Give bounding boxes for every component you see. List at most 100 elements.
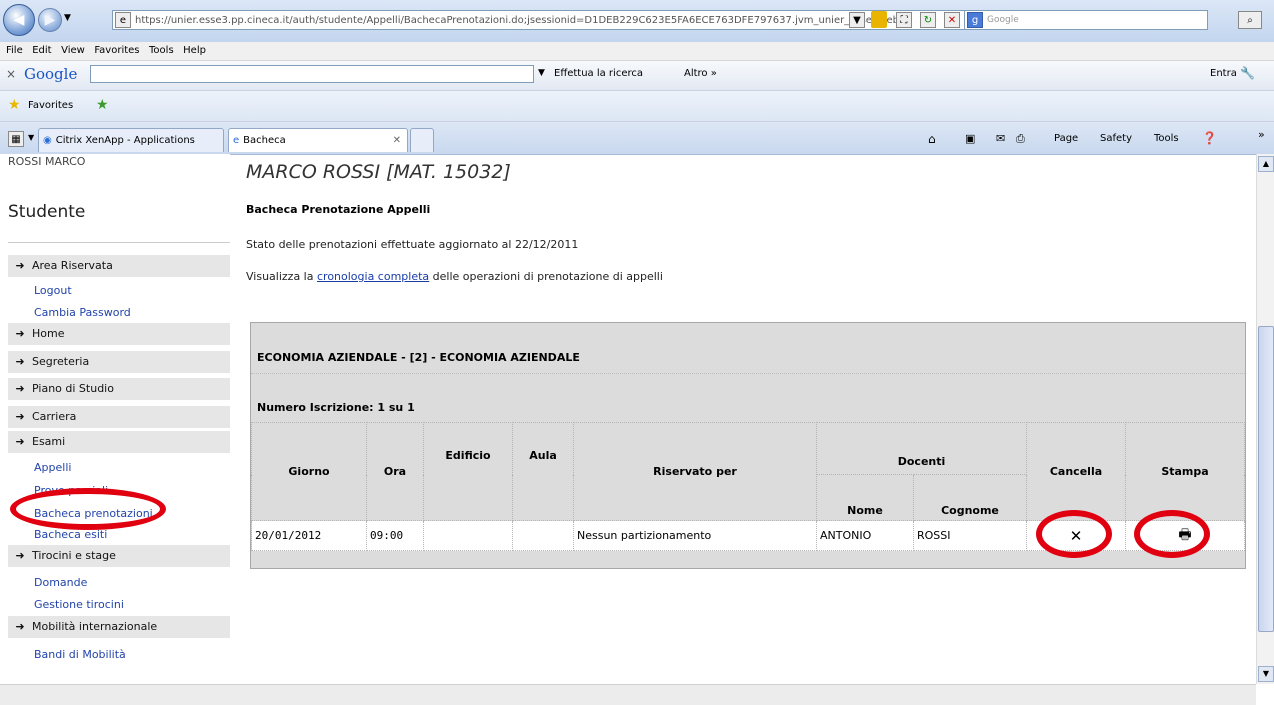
tab-list-icon[interactable]: ▼ [28,133,34,142]
tab-bacheca[interactable]: e Bacheca ✕ [228,128,408,152]
help-icon[interactable]: ❓ [1202,131,1217,145]
sidebar-item-label: Esami [32,435,66,448]
google-icon: g [967,12,983,28]
new-tab-button[interactable] [410,128,434,152]
page-menu[interactable]: Page [1054,133,1078,144]
page-subtitle: Bacheca Prenotazione Appelli [246,203,431,216]
google-more-button[interactable]: Altro » [684,68,717,79]
favorites-bar: ★ Favorites ★ [0,91,1274,122]
sidebar-item-mobilita[interactable]: ➜ Mobilità internazionale [8,616,230,638]
menu-view[interactable]: View [61,42,85,60]
google-logo: Google [24,65,78,83]
table-header-row: Giorno Ora Edificio Aula Riservato per D… [251,422,1245,521]
highlight-ellipse [1036,510,1112,558]
sidebar-item-home[interactable]: ➜ Home [8,323,230,345]
mail-icon[interactable]: ✉ [996,132,1005,145]
google-search-button[interactable]: Effettua la ricerca [554,68,643,79]
cell-edificio [423,520,513,551]
col-docenti: Docenti [816,422,1027,475]
sidebar-item-label: Tirocini e stage [32,549,116,562]
sidebar-heading: Studente [8,202,86,222]
sidebar-item-tirocini[interactable]: ➜ Tirocini e stage [8,545,230,567]
tools-menu[interactable]: Tools [1154,133,1179,144]
stop-icon[interactable]: ✕ [944,12,960,28]
status-text: Stato delle prenotazioni effettuate aggi… [246,238,579,251]
menu-favorites[interactable]: Favorites [94,42,139,60]
wrench-icon[interactable]: 🔧 [1240,66,1255,80]
lock-icon[interactable] [871,11,887,28]
history-suffix: delle operazioni di prenotazione di appe… [429,270,663,283]
col-ora: Ora [366,422,424,521]
google-signin-button[interactable]: Entra [1210,68,1237,79]
menu-help[interactable]: Help [183,42,206,60]
scroll-thumb[interactable] [1258,326,1274,632]
arrow-right-icon: ➜ [15,382,25,395]
link-bacheca-esiti[interactable]: Bacheca esiti [34,528,107,541]
history-dropdown-icon[interactable]: ▼ [64,13,71,23]
sidebar-item-area-riservata[interactable]: ➜ Area Riservata [8,255,230,277]
scroll-down-icon[interactable]: ▼ [1258,666,1274,682]
highlight-ellipse [10,488,166,530]
arrow-right-icon: ➜ [15,259,25,272]
print-toolbar-icon[interactable]: ⎙ [1016,132,1025,146]
sidebar-item-label: Segreteria [32,355,90,368]
scrollbar[interactable]: ▲ ▼ [1256,154,1274,684]
sidebar-item-label: Piano di Studio [32,382,114,395]
quick-tabs-icon[interactable]: ▦ [8,131,24,147]
google-search-dropdown-icon[interactable]: ▼ [538,68,545,78]
cell-riservato: Nessun partizionamento [573,520,817,551]
sidebar-item-segreteria[interactable]: ➜ Segreteria [8,351,230,373]
home-icon[interactable]: ⌂ [928,132,936,146]
compatibility-icon[interactable]: ⛶ [896,12,912,28]
back-button[interactable]: ◀ [3,4,35,36]
cell-cognome: ROSSI [913,520,1027,551]
ie-icon: e [233,135,240,146]
sidebar-item-label: Area Riservata [32,259,113,272]
sidebar-item-label: Mobilità internazionale [32,620,158,633]
tab-label: Citrix XenApp - Applications [55,135,195,146]
sidebar-item-esami[interactable]: ➜ Esami [8,431,230,453]
scroll-up-icon[interactable]: ▲ [1258,156,1274,172]
main-content: MARCO ROSSI [MAT. 15032] Bacheca Prenota… [230,154,1254,704]
link-appelli[interactable]: Appelli [34,461,71,474]
chevron-more-icon[interactable]: » [1258,128,1265,141]
refresh-icon[interactable]: ↻ [920,12,936,28]
cell-aula [512,520,574,551]
favorites-button[interactable]: Favorites [28,100,73,111]
menu-edit[interactable]: Edit [32,42,51,60]
tab-citrix[interactable]: ◉ Citrix XenApp - Applications [38,128,224,152]
sidebar-item-piano-studio[interactable]: ➜ Piano di Studio [8,378,230,400]
search-icon[interactable]: ⌕ [1238,11,1262,29]
link-logout[interactable]: Logout [34,284,72,297]
close-toolbar-icon[interactable]: × [6,67,16,81]
link-domande[interactable]: Domande [34,576,87,589]
feeds-icon[interactable]: ▣ [965,132,975,145]
col-giorno: Giorno [251,422,367,521]
history-link[interactable]: cronologia completa [317,270,429,283]
arrow-right-icon: ➜ [15,410,25,423]
history-text: Visualizza la cronologia completa delle … [246,270,663,283]
cell-giorno: 20/01/2012 [251,520,367,551]
add-favorite-icon[interactable]: ★ [96,97,109,113]
ie-icon: ◉ [43,135,52,146]
arrow-right-icon: ➜ [15,435,25,448]
tab-bar: ▦ ▼ ◉ Citrix XenApp - Applications e Bac… [0,122,1274,155]
link-gestione-tirocini[interactable]: Gestione tirocini [34,598,124,611]
col-nome: Nome [816,474,914,521]
sidebar-item-label: Carriera [32,410,77,423]
link-bandi-mobilita[interactable]: Bandi di Mobilità [34,648,126,661]
forward-button[interactable]: ▶ [38,8,62,32]
search-box[interactable]: g Google [964,10,1208,30]
sidebar-item-carriera[interactable]: ➜ Carriera [8,406,230,428]
course-title: ECONOMIA AZIENDALE - [2] - ECONOMIA AZIE… [257,351,580,364]
menu-file[interactable]: File [6,42,23,60]
address-bar-area: ◀ ▶ ▼ e https://unier.esse3.pp.cineca.it… [0,0,1274,42]
search-placeholder: Google [987,15,1019,25]
link-cambia-password[interactable]: Cambia Password [34,306,131,319]
google-search-input[interactable] [90,65,534,83]
url-dropdown-icon[interactable]: ▼ [849,12,865,28]
menu-tools[interactable]: Tools [149,42,174,60]
safety-menu[interactable]: Safety [1100,133,1132,144]
arrow-right-icon: ➜ [15,327,25,340]
close-tab-icon[interactable]: ✕ [393,135,401,146]
